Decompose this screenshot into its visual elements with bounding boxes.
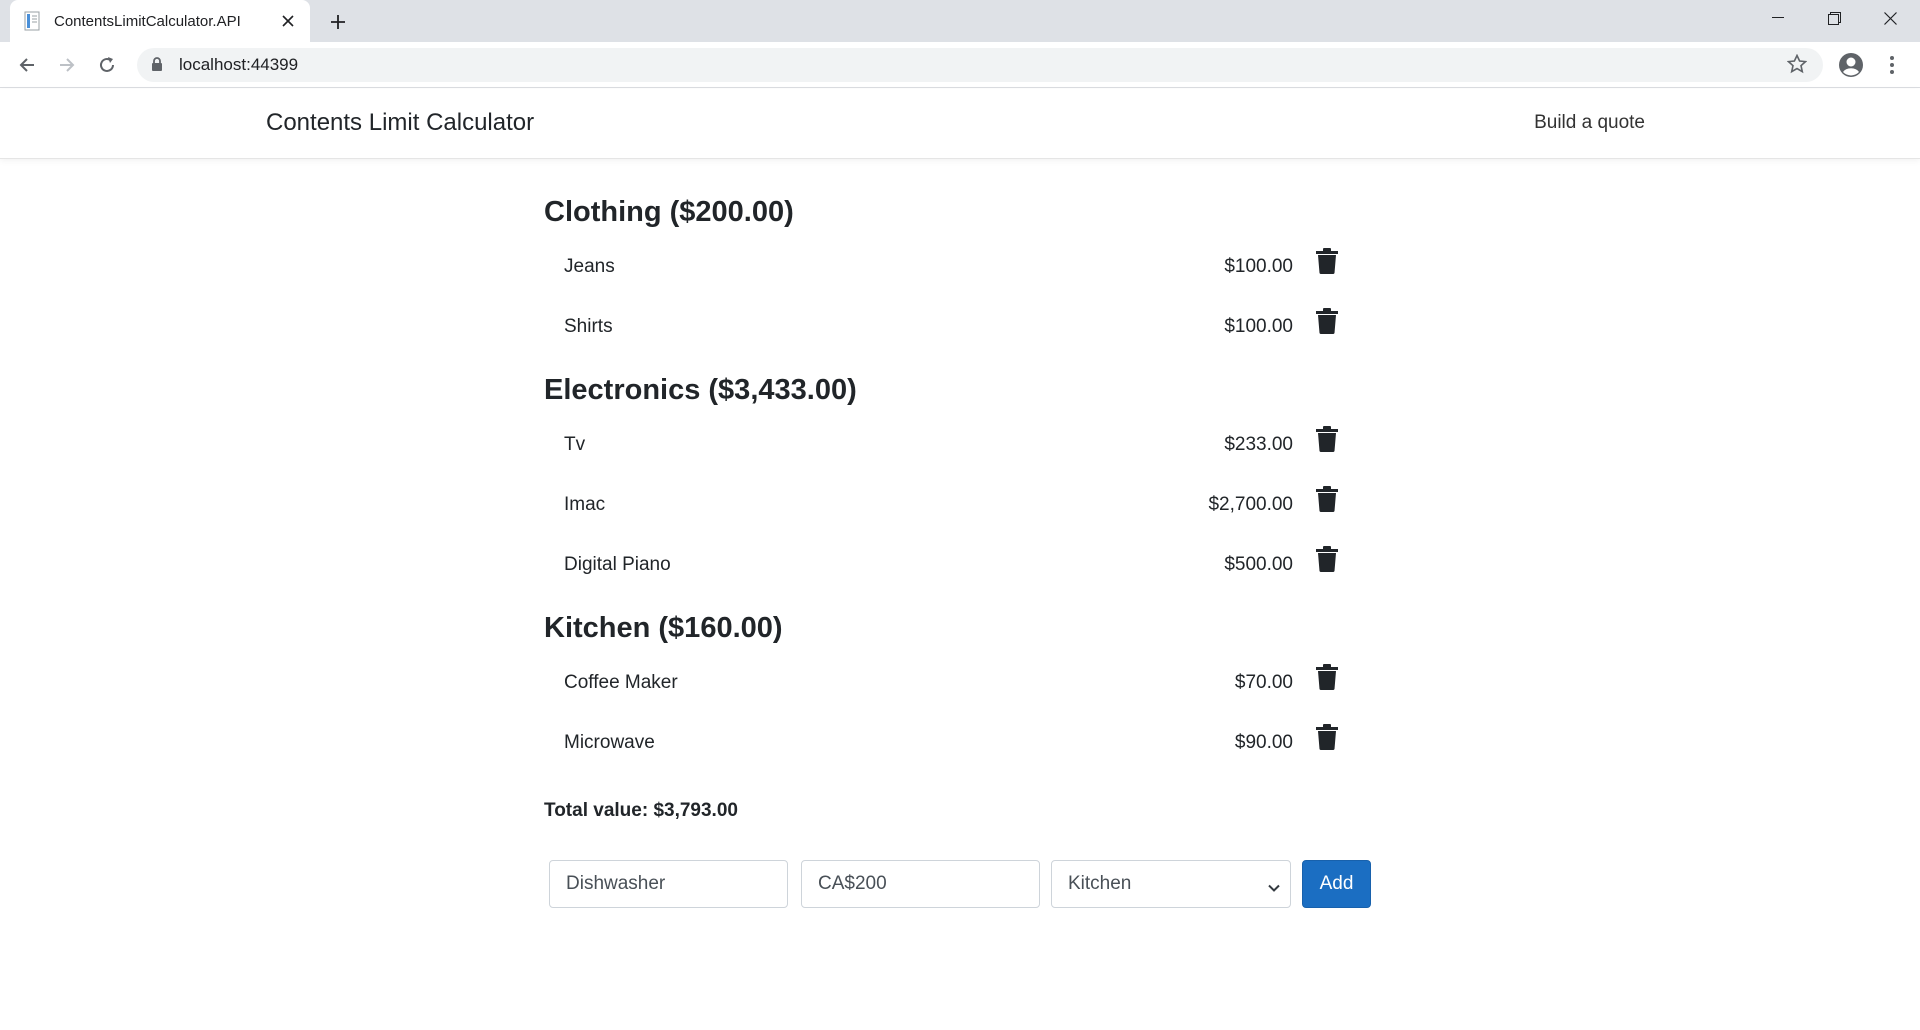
list-item: Tv $233.00 — [544, 426, 1374, 486]
item-name: Tv — [564, 434, 586, 455]
tab-title: ContentsLimitCalculator.API — [54, 12, 241, 30]
item-price: $100.00 — [1224, 256, 1293, 277]
page-icon — [24, 11, 42, 31]
new-tab-button[interactable] — [324, 8, 352, 36]
close-icon[interactable] — [278, 11, 298, 31]
add-item-form: Kitchen Add — [549, 860, 1371, 908]
list-item: Microwave $90.00 — [544, 724, 1374, 784]
address-bar[interactable]: localhost:44399 — [137, 48, 1823, 82]
trash-icon[interactable] — [1316, 486, 1338, 512]
item-value-input[interactable] — [801, 860, 1040, 908]
categories-list: Clothing ($200.00) Jeans $100.00 Shirts … — [544, 190, 1374, 784]
chevron-down-icon — [1268, 878, 1280, 892]
item-price: $500.00 — [1224, 554, 1293, 575]
trash-icon[interactable] — [1316, 308, 1338, 334]
category-electronics: Electronics ($3,433.00) Tv $233.00 Imac … — [544, 368, 1374, 606]
build-quote-link[interactable]: Build a quote — [1534, 112, 1645, 134]
browser-tab[interactable]: ContentsLimitCalculator.API — [10, 0, 310, 42]
star-icon[interactable] — [1786, 53, 1809, 76]
brand-title[interactable]: Contents Limit Calculator — [266, 109, 534, 137]
item-price: $233.00 — [1224, 434, 1293, 455]
browser-toolbar: localhost:44399 — [0, 42, 1920, 88]
item-name: Jeans — [564, 256, 615, 277]
item-price: $100.00 — [1224, 316, 1293, 337]
forward-arrow-icon[interactable] — [51, 49, 83, 81]
category-heading: Clothing ($200.00) — [544, 196, 794, 228]
item-name: Coffee Maker — [564, 672, 678, 693]
category-kitchen: Kitchen ($160.00) Coffee Maker $70.00 Mi… — [544, 606, 1374, 784]
list-item: Coffee Maker $70.00 — [544, 664, 1374, 724]
trash-icon[interactable] — [1316, 546, 1338, 572]
item-name-input[interactable] — [549, 860, 788, 908]
back-arrow-icon[interactable] — [11, 49, 43, 81]
browser-tabstrip: ContentsLimitCalculator.API — [0, 0, 1920, 42]
profile-icon[interactable] — [1838, 52, 1864, 78]
category-heading: Electronics ($3,433.00) — [544, 374, 857, 406]
category-heading: Kitchen ($160.00) — [544, 612, 783, 644]
lock-icon — [151, 57, 165, 73]
total-value: Total value: $3,793.00 — [544, 800, 738, 821]
list-item: Digital Piano $500.00 — [544, 546, 1374, 606]
trash-icon[interactable] — [1316, 664, 1338, 690]
item-name: Shirts — [564, 316, 613, 337]
restore-icon[interactable] — [1806, 0, 1862, 36]
minimize-icon[interactable] — [1750, 0, 1806, 36]
window-close-icon[interactable] — [1862, 0, 1918, 36]
app-navbar: Contents Limit Calculator Build a quote — [0, 89, 1920, 159]
url-text: localhost:44399 — [179, 55, 299, 74]
item-name: Microwave — [564, 732, 655, 753]
category-select-value: Kitchen — [1068, 873, 1132, 894]
item-name: Digital Piano — [564, 554, 671, 575]
add-button[interactable]: Add — [1302, 860, 1371, 908]
list-item: Imac $2,700.00 — [544, 486, 1374, 546]
list-item: Shirts $100.00 — [544, 308, 1374, 368]
reload-icon[interactable] — [91, 49, 123, 81]
more-options-icon[interactable] — [1882, 52, 1902, 78]
trash-icon[interactable] — [1316, 426, 1338, 452]
item-price: $2,700.00 — [1208, 494, 1293, 515]
trash-icon[interactable] — [1316, 724, 1338, 750]
item-price: $90.00 — [1234, 732, 1293, 753]
list-item: Jeans $100.00 — [544, 248, 1374, 308]
category-select[interactable]: Kitchen — [1051, 860, 1291, 908]
item-price: $70.00 — [1234, 672, 1293, 693]
category-clothing: Clothing ($200.00) Jeans $100.00 Shirts … — [544, 190, 1374, 368]
item-name: Imac — [564, 494, 606, 515]
trash-icon[interactable] — [1316, 248, 1338, 274]
